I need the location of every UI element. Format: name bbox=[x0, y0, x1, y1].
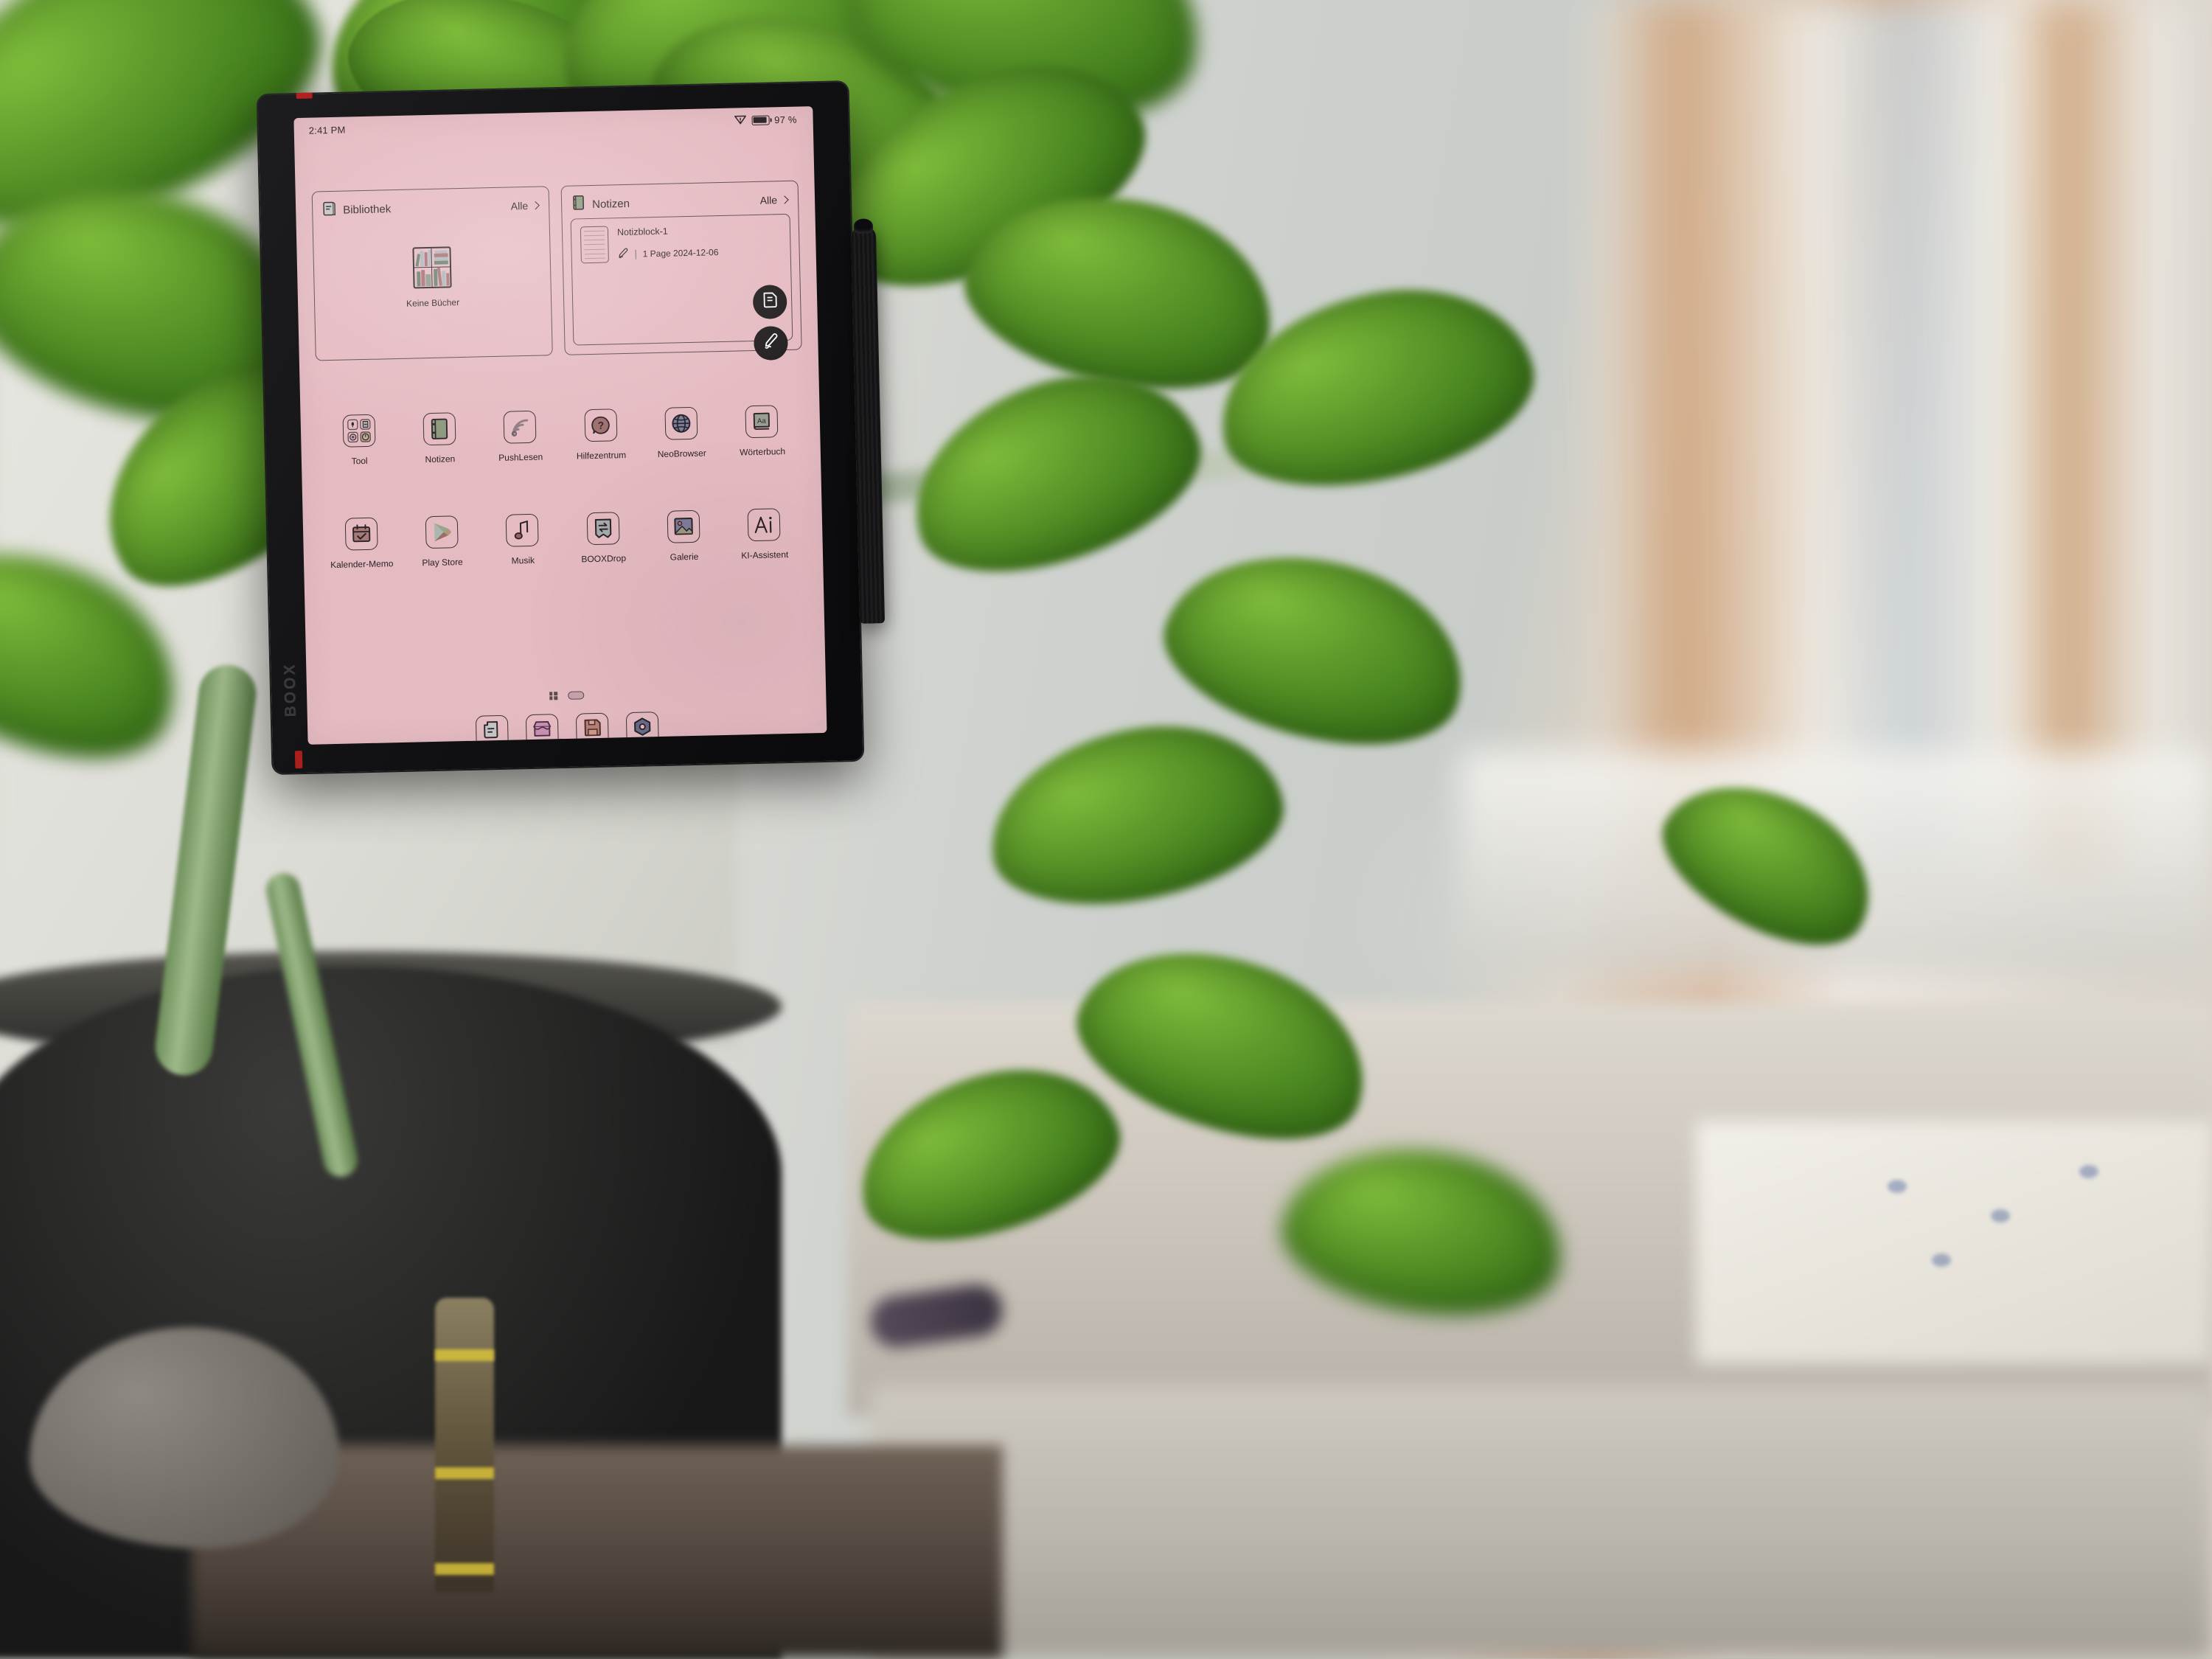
battery-fill bbox=[754, 117, 767, 123]
note-page-icon bbox=[580, 226, 609, 263]
gauge-mark-opt bbox=[435, 1467, 494, 1479]
help-question-icon: ? bbox=[584, 408, 617, 442]
stylus-tip bbox=[854, 218, 873, 234]
app-label: KI-Assistent bbox=[741, 549, 788, 560]
app-label: Musik bbox=[512, 555, 535, 566]
app-label: BOOXDrop bbox=[581, 553, 626, 564]
app-galerie[interactable]: Galerie bbox=[643, 509, 725, 563]
notes-card-header: Notizen Alle bbox=[572, 190, 788, 215]
gauge-mark-max bbox=[435, 1349, 494, 1361]
notes-card-title: Notizen bbox=[592, 197, 630, 210]
note-list-item[interactable]: Notizblock-1 1 Page 2024-12-06 bbox=[571, 214, 793, 346]
radiator bbox=[870, 1386, 2212, 1658]
dock-library[interactable] bbox=[476, 715, 509, 745]
app-label: Wörterbuch bbox=[740, 446, 785, 457]
library-card[interactable]: Bibliothek Alle bbox=[312, 186, 553, 361]
music-note-icon bbox=[506, 514, 539, 547]
cloth-pattern-dot bbox=[1932, 1253, 1951, 1267]
status-clock: 2:41 PM bbox=[309, 124, 346, 136]
transfer-arrows-icon bbox=[586, 512, 619, 545]
app-play-store[interactable]: Play Store bbox=[401, 515, 483, 568]
app-pushlesen[interactable]: PushLesen bbox=[479, 410, 561, 463]
grid-pages-icon[interactable] bbox=[549, 692, 557, 700]
device-accent-top bbox=[296, 93, 313, 99]
notebook-icon bbox=[572, 195, 585, 214]
page-pill-indicator[interactable] bbox=[568, 691, 584, 699]
library-see-all-label: Alle bbox=[511, 200, 529, 212]
exterior-building bbox=[1593, 0, 2212, 870]
chevron-right-icon bbox=[780, 195, 788, 204]
rss-icon bbox=[504, 411, 537, 444]
library-empty-label: Keine Bücher bbox=[406, 297, 459, 309]
app-ki-assistent[interactable]: KI-Assistent bbox=[723, 508, 805, 561]
table-cloth bbox=[1696, 1121, 2212, 1364]
document-stack-icon bbox=[482, 720, 502, 743]
app-row-2: Kalender-Memo Play Store bbox=[321, 508, 805, 571]
app-booxdrop[interactable]: BOOXDrop bbox=[563, 511, 644, 564]
notes-card[interactable]: Notizen Alle Notizblock-1 bbox=[561, 181, 802, 355]
device-accent-bottom bbox=[295, 751, 303, 768]
cloth-pattern-dot bbox=[1888, 1180, 1907, 1193]
pen-icon bbox=[617, 248, 628, 261]
library-empty-state: Keine Bücher bbox=[313, 244, 551, 310]
library-book-icon bbox=[323, 201, 336, 219]
app-woerterbuch[interactable]: Aa Wörterbuch bbox=[721, 405, 803, 458]
cards-row: Bibliothek Alle bbox=[312, 181, 802, 361]
notes-see-all-button[interactable]: Alle bbox=[760, 194, 788, 206]
svg-text:Aa: Aa bbox=[757, 417, 767, 425]
image-picture-icon bbox=[667, 510, 700, 543]
play-store-icon bbox=[425, 515, 459, 549]
document-icon bbox=[762, 291, 778, 313]
app-row-1: Tool Notizen bbox=[319, 405, 803, 467]
battery-percent: 97 % bbox=[774, 114, 797, 125]
storefront-icon bbox=[532, 720, 553, 742]
app-tool[interactable]: Tool bbox=[319, 414, 400, 467]
tool-folder-icon bbox=[342, 414, 375, 448]
water-level-gauge bbox=[435, 1298, 494, 1593]
bookshelf-icon bbox=[412, 246, 451, 288]
app-label: Galerie bbox=[669, 552, 698, 563]
library-see-all-button[interactable]: Alle bbox=[511, 200, 539, 212]
ai-letters-icon bbox=[748, 508, 781, 541]
notes-see-all-label: Alle bbox=[760, 194, 778, 206]
page-indicator[interactable] bbox=[307, 686, 826, 706]
app-notizen[interactable]: Notizen bbox=[399, 411, 481, 465]
notebook-icon bbox=[422, 412, 456, 445]
gauge-mark-min bbox=[435, 1563, 494, 1575]
library-card-header: Bibliothek Alle bbox=[323, 196, 539, 220]
library-card-title: Bibliothek bbox=[343, 203, 391, 216]
brand-logo: BOOX bbox=[276, 641, 305, 738]
pen-icon bbox=[762, 333, 780, 354]
hex-nut-settings-icon bbox=[633, 717, 653, 740]
app-label: Kalender-Memo bbox=[330, 558, 394, 570]
app-hilfezentrum[interactable]: ? Hilfezentrum bbox=[560, 408, 641, 462]
app-label: NeoBrowser bbox=[658, 448, 706, 459]
battery-icon bbox=[751, 115, 769, 125]
app-label: Hilfezentrum bbox=[577, 450, 627, 462]
chevron-right-icon bbox=[532, 201, 540, 209]
app-musik[interactable]: Musik bbox=[481, 513, 563, 566]
app-label: Notizen bbox=[425, 453, 455, 465]
app-label: Play Store bbox=[422, 557, 463, 568]
globe-icon bbox=[664, 407, 698, 440]
app-label: PushLesen bbox=[498, 452, 543, 463]
boox-tablet: BOOX 2:41 PM 97 % bbox=[258, 82, 863, 773]
wifi-disconnected-icon[interactable] bbox=[734, 114, 746, 127]
eink-screen[interactable]: 2:41 PM 97 % bbox=[293, 106, 827, 745]
calendar-check-icon bbox=[344, 518, 378, 551]
app-label: Tool bbox=[351, 456, 367, 466]
cloth-pattern-dot bbox=[1991, 1209, 2010, 1222]
app-neobrowser[interactable]: NeoBrowser bbox=[641, 406, 723, 459]
note-meta-text: 1 Page 2024-12-06 bbox=[643, 247, 719, 259]
note-title: Notizblock-1 bbox=[617, 225, 718, 237]
floppy-save-icon bbox=[582, 718, 602, 741]
app-grid: Tool Notizen bbox=[319, 405, 806, 571]
svg-text:?: ? bbox=[597, 420, 604, 431]
dictionary-aa-icon: Aa bbox=[745, 405, 779, 438]
new-handwriting-button[interactable] bbox=[754, 326, 788, 361]
app-kalender-memo[interactable]: Kalender-Memo bbox=[321, 517, 403, 570]
cloth-pattern-dot bbox=[2079, 1165, 2098, 1178]
